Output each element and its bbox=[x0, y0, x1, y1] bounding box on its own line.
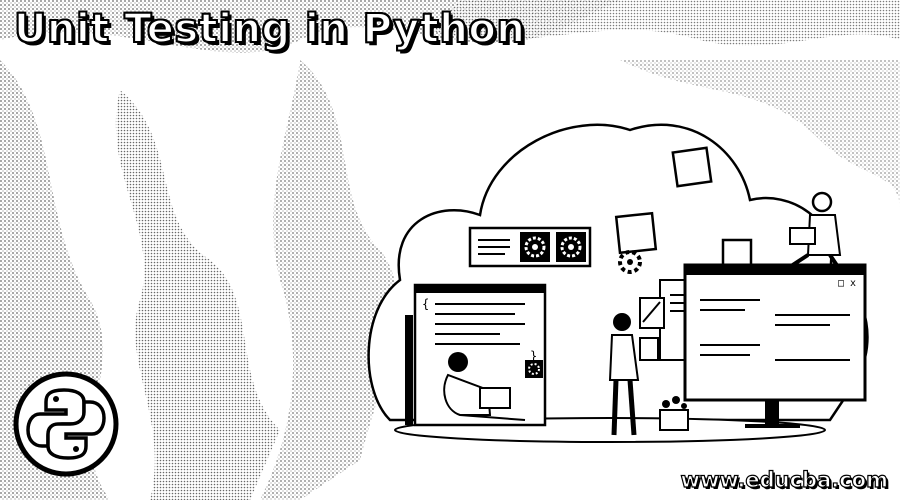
banner-title: Unit Testing in Python bbox=[13, 5, 526, 53]
python-logo-icon bbox=[13, 371, 119, 477]
banner: Unit Testing in Python {} □ x www.educb… bbox=[0, 0, 900, 500]
svg-text:{: { bbox=[422, 297, 429, 311]
website-label: www.educba.com bbox=[680, 467, 889, 492]
gear-panel bbox=[468, 226, 592, 268]
svg-text:□ x: □ x bbox=[838, 278, 856, 289]
cloud-testing-illustration: { } □ x bbox=[367, 123, 869, 443]
